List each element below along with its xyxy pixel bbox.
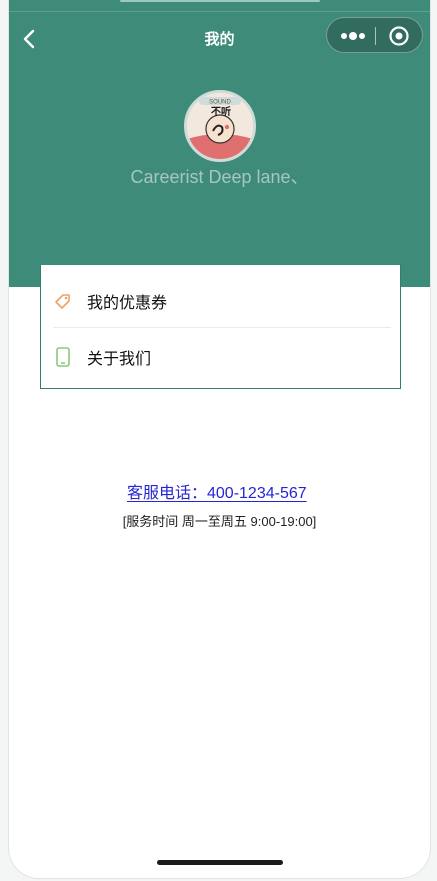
home-indicator [157, 860, 283, 865]
phone-screen: 我的 SOUND 不听 Careerist Deep lane、 我的优惠券 关… [9, 0, 430, 878]
coupon-tag-icon [55, 294, 70, 309]
menu-item-label: 我的优惠券 [87, 295, 168, 312]
menu-card: 我的优惠券 关于我们 [40, 265, 401, 389]
mini-program-capsule [326, 17, 423, 53]
status-divider [9, 11, 430, 12]
close-mini-program-button[interactable] [388, 25, 410, 47]
username: Careerist Deep lane、 [130, 167, 309, 187]
profile-header: 我的 SOUND 不听 Careerist Deep lane、 [9, 0, 430, 287]
more-dots-icon [341, 32, 365, 40]
customer-service-phone-link[interactable]: 客服电话：400-1234-567 [127, 479, 307, 503]
menu-item-coupons[interactable]: 我的优惠券 [53, 271, 391, 332]
status-indicator [120, 0, 320, 2]
capsule-separator [375, 27, 376, 45]
more-button[interactable] [340, 29, 366, 41]
target-circle-icon [389, 26, 409, 46]
svg-text:SOUND: SOUND [209, 100, 231, 106]
avatar-image: SOUND 不听 [187, 93, 253, 159]
svg-text:不听: 不听 [211, 105, 231, 118]
avatar[interactable]: SOUND 不听 [184, 90, 256, 162]
service-hours: [服务时间 周一至周五 9:00-19:00] [122, 514, 317, 529]
menu-item-about[interactable]: 关于我们 [53, 327, 391, 388]
menu-item-label: 关于我们 [87, 351, 152, 368]
phone-device-icon [56, 347, 70, 367]
